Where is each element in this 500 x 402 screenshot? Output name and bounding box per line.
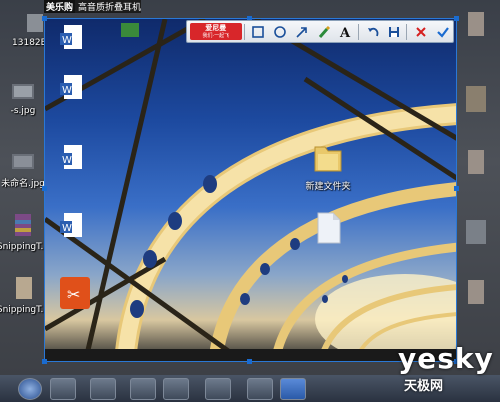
cancel-icon — [416, 26, 426, 37]
cancel-button[interactable] — [411, 22, 431, 42]
rectangle-tool-button[interactable] — [249, 22, 269, 42]
undo-button[interactable] — [363, 22, 383, 42]
svg-text:W: W — [62, 35, 72, 46]
svg-text:W: W — [62, 223, 72, 234]
save-button[interactable] — [385, 22, 405, 42]
toolbar-separator — [406, 23, 408, 40]
folder-icon — [314, 146, 342, 172]
taskbar-app-qq[interactable] — [50, 378, 76, 400]
word-document-icon[interactable]: W — [58, 73, 88, 103]
yesky-watermark: yesky 天极网 — [398, 342, 494, 394]
title-label: 高音质折叠耳机 — [78, 3, 142, 13]
confirm-button[interactable] — [433, 22, 453, 42]
right-desktop-icons — [466, 12, 486, 304]
resize-handle[interactable] — [42, 16, 47, 21]
text-tool-button[interactable]: A — [336, 22, 356, 42]
svg-text:W: W — [62, 155, 72, 166]
logo-main-text: 爱尼曼 — [205, 23, 227, 32]
resize-handle[interactable] — [42, 186, 47, 191]
app-shortcut-icon[interactable] — [115, 19, 145, 41]
resize-handle[interactable] — [247, 359, 252, 364]
word-document-icon[interactable]: W — [58, 23, 88, 53]
blank-file-icon[interactable] — [315, 211, 343, 245]
undo-icon — [367, 27, 378, 36]
taskbar-app-window[interactable] — [247, 378, 273, 400]
taskbar-app-notes[interactable] — [130, 378, 156, 400]
screenshot-toolbar: 爱尼曼 我们·一起飞 A — [186, 20, 454, 43]
svg-text:✂: ✂ — [67, 285, 80, 304]
arrow-tool-button[interactable] — [292, 22, 312, 42]
desktop-icon-folder[interactable]: 新建文件夹 — [293, 139, 363, 192]
screenshot-selection-area[interactable]: W W W W ✂ 新建文件夹 — [44, 18, 457, 362]
desktop-icon-label: 新建文件夹 — [305, 182, 351, 192]
image-file-icon — [12, 154, 34, 169]
arrow-tool-icon — [296, 26, 307, 38]
ellipse-tool-icon — [274, 25, 287, 38]
brand-logo: 爱尼曼 我们·一起飞 — [190, 23, 242, 40]
svg-text:A: A — [339, 26, 351, 39]
ellipse-tool-button[interactable] — [270, 22, 290, 42]
text-tool-icon: A — [339, 26, 351, 39]
taskbar-app-media[interactable] — [163, 378, 189, 400]
save-icon — [389, 26, 400, 37]
start-button[interactable] — [18, 378, 42, 400]
confirm-icon — [437, 26, 449, 38]
image-file-icon — [12, 84, 34, 99]
word-document-icon[interactable]: W — [58, 211, 88, 241]
resize-handle[interactable] — [454, 16, 459, 21]
resize-handle[interactable] — [454, 186, 459, 191]
taskbar-app-game[interactable] — [90, 378, 116, 400]
toolbar-separator — [357, 23, 359, 40]
snipping-app-icon[interactable]: ✂ — [59, 276, 91, 310]
watermark-text: yesky — [398, 342, 494, 375]
rectangle-tool-icon — [252, 25, 265, 38]
logo-sub-text: 我们·一起飞 — [202, 32, 230, 39]
brush-tool-button[interactable] — [314, 22, 334, 42]
svg-text:W: W — [62, 85, 72, 96]
archive-icon — [15, 214, 31, 236]
brush-tool-icon — [318, 25, 330, 38]
taskbar-app-word[interactable] — [280, 378, 306, 400]
resize-handle[interactable] — [42, 359, 47, 364]
taskbar-app-browser[interactable] — [205, 378, 231, 400]
wallpaper-bridge — [45, 19, 456, 361]
toolbar-separator — [243, 23, 245, 40]
watermark-cn-text: 天极网 — [404, 379, 444, 394]
word-document-icon[interactable]: W — [58, 143, 88, 173]
file-icon — [16, 277, 32, 299]
